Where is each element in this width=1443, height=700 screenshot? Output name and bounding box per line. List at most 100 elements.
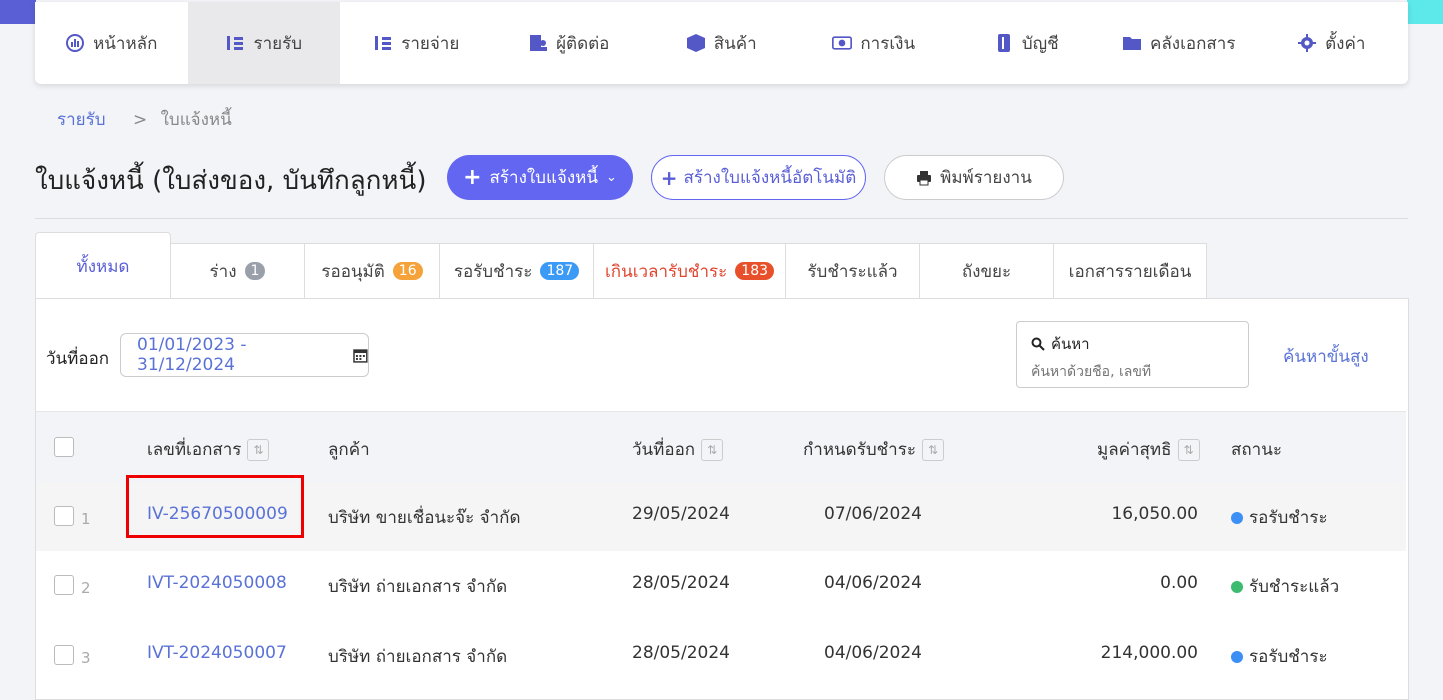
table-row[interactable]: 3 IVT-2024050007 บริษัท ถ่ายเอกสาร จำกัด… bbox=[36, 621, 1406, 690]
date-filter-label: วันที่ออก bbox=[46, 349, 110, 369]
tab-monthly-documents[interactable]: เอกสารรายเดือน bbox=[1054, 243, 1207, 299]
table-row[interactable]: 2 IVT-2024050008 บริษัท ถ่ายเอกสาร จำกัด… bbox=[36, 551, 1406, 620]
header-label: มูลค่าสุทธิ bbox=[1097, 440, 1172, 460]
search-box[interactable]: ค้นหา bbox=[1016, 321, 1249, 388]
tab-overdue[interactable]: เกินเวลารับชำระ 183 bbox=[594, 243, 786, 299]
issue-date: 28/05/2024 bbox=[632, 643, 730, 663]
status-tabs: ทั้งหมด ร่าง 1 รออนุมัติ 16 รอรับชำระ 18… bbox=[35, 232, 1207, 299]
tab-awaiting-approval[interactable]: รออนุมัติ 16 bbox=[305, 243, 440, 299]
status-badge: รับชำระแล้ว bbox=[1231, 573, 1339, 600]
sort-icon[interactable]: ⇅ bbox=[247, 438, 270, 461]
nav-item-documents[interactable]: คลังเอกสาร bbox=[1103, 2, 1256, 84]
col-header-net-amount[interactable]: มูลค่าสุทธิ ⇅ bbox=[1097, 436, 1200, 463]
col-header-issue-date[interactable]: วันที่ออก ⇅ bbox=[632, 436, 724, 463]
breadcrumb-parent-link[interactable]: รายรับ bbox=[57, 110, 106, 130]
status-dot bbox=[1231, 580, 1243, 593]
nav-item-dashboard[interactable]: หน้าหลัก bbox=[35, 2, 188, 84]
sort-icon[interactable]: ⇅ bbox=[701, 438, 724, 461]
tab-draft[interactable]: ร่าง 1 bbox=[171, 243, 305, 299]
count-badge: 183 bbox=[735, 262, 775, 280]
tab-all[interactable]: ทั้งหมด bbox=[35, 232, 171, 299]
row-number: 2 bbox=[81, 579, 91, 597]
customer-name: บริษัท ถ่ายเอกสาร จำกัด bbox=[328, 647, 508, 667]
header-label: กำหนดรับชำระ bbox=[803, 440, 916, 460]
col-header-customer: ลูกค้า bbox=[328, 436, 370, 463]
status-badge: รอรับชำระ bbox=[1231, 643, 1328, 670]
print-report-button[interactable]: พิมพ์รายงาน bbox=[884, 155, 1064, 200]
sort-icon[interactable]: ⇅ bbox=[921, 438, 944, 461]
nav-item-income[interactable]: รายรับ bbox=[187, 2, 340, 84]
folder-icon bbox=[1123, 37, 1142, 50]
print-report-label: พิมพ์รายงาน bbox=[940, 168, 1032, 188]
ledger-icon bbox=[997, 34, 1010, 52]
issue-date: 29/05/2024 bbox=[632, 504, 730, 524]
income-icon bbox=[227, 36, 244, 50]
row-checkbox[interactable] bbox=[54, 645, 74, 665]
tab-label: ถังขยะ bbox=[961, 261, 1012, 282]
tab-label: เอกสารรายเดือน bbox=[1068, 261, 1192, 282]
contacts-icon bbox=[530, 35, 548, 51]
top-accent-left bbox=[0, 0, 36, 24]
search-title: ค้นหา bbox=[1051, 335, 1090, 353]
highlight-box bbox=[126, 475, 304, 538]
auto-create-invoice-button[interactable]: + สร้างใบแจ้งหนี้อัตโนมัติ bbox=[651, 155, 866, 200]
gear-icon bbox=[1298, 34, 1317, 52]
breadcrumb: รายรับ > ใบแจ้งหนี้ bbox=[57, 106, 232, 133]
col-header-doc-number[interactable]: เลขที่เอกสาร ⇅ bbox=[147, 436, 270, 463]
tab-paid[interactable]: รับชำระแล้ว bbox=[786, 243, 920, 299]
row-number: 1 bbox=[81, 510, 91, 528]
col-header-status: สถานะ bbox=[1231, 436, 1282, 463]
nav-item-products[interactable]: สินค้า bbox=[645, 2, 798, 84]
count-badge: 1 bbox=[244, 262, 266, 280]
tab-label: รอรับชำระ bbox=[453, 261, 533, 282]
main-navbar: หน้าหลัก รายรับ รายจ่าย ผู้ติดต่อ สินค้า… bbox=[35, 2, 1408, 84]
col-header-due-date[interactable]: กำหนดรับชำระ ⇅ bbox=[803, 436, 944, 463]
calendar-icon bbox=[353, 348, 368, 363]
breadcrumb-separator: > bbox=[132, 110, 148, 130]
net-amount: 214,000.00 bbox=[1100, 643, 1198, 663]
doc-number-link[interactable]: IVT-2024050007 bbox=[147, 643, 287, 663]
nav-label: บัญชี bbox=[1021, 33, 1059, 54]
row-checkbox[interactable] bbox=[54, 506, 74, 526]
tab-awaiting-payment[interactable]: รอรับชำระ 187 bbox=[440, 243, 594, 299]
row-checkbox[interactable] bbox=[54, 575, 74, 595]
nav-item-accounting[interactable]: บัญชี bbox=[950, 2, 1103, 84]
tab-label: รับชำระแล้ว bbox=[807, 261, 898, 282]
tab-label: รออนุมัติ bbox=[321, 261, 385, 282]
status-label: รอรับชำระ bbox=[1249, 647, 1328, 667]
breadcrumb-current: ใบแจ้งหนี้ bbox=[160, 110, 232, 130]
doc-number-link[interactable]: IVT-2024050008 bbox=[147, 573, 287, 593]
customer-name: บริษัท ขายเชื่อนะจ๊ะ จำกัด bbox=[328, 508, 521, 528]
select-all-checkbox[interactable] bbox=[54, 437, 74, 457]
count-badge: 187 bbox=[540, 262, 580, 280]
nav-label: คลังเอกสาร bbox=[1150, 33, 1236, 54]
top-accent-right bbox=[1407, 0, 1443, 24]
nav-item-contacts[interactable]: ผู้ติดต่อ bbox=[493, 2, 646, 84]
advanced-search-link[interactable]: ค้นหาขั้นสูง bbox=[1283, 343, 1369, 370]
nav-item-finance[interactable]: การเงิน bbox=[798, 2, 951, 84]
table-header: เลขที่เอกสาร ⇅ ลูกค้า วันที่ออก ⇅ กำหนดร… bbox=[36, 411, 1406, 483]
tab-trash[interactable]: ถังขยะ bbox=[920, 243, 1054, 299]
net-amount: 16,050.00 bbox=[1111, 504, 1198, 524]
status-dot bbox=[1231, 511, 1243, 524]
expense-icon bbox=[375, 36, 392, 50]
customer-name: บริษัท ถ่ายเอกสาร จำกัด bbox=[328, 577, 508, 597]
create-invoice-button[interactable]: + สร้างใบแจ้งหนี้ ⌄ bbox=[447, 155, 633, 200]
box-icon bbox=[686, 34, 705, 52]
nav-label: ผู้ติดต่อ bbox=[556, 33, 610, 54]
plus-icon: + bbox=[463, 165, 482, 190]
date-range-picker[interactable]: 01/01/2023 - 31/12/2024 bbox=[120, 333, 369, 377]
nav-item-settings[interactable]: ตั้งค่า bbox=[1255, 2, 1408, 84]
nav-label: รายรับ bbox=[253, 33, 303, 54]
tab-label: ร่าง bbox=[209, 261, 237, 282]
create-invoice-label: สร้างใบแจ้งหนี้ bbox=[489, 168, 599, 188]
search-input[interactable] bbox=[1031, 364, 1231, 380]
status-dot bbox=[1231, 650, 1243, 663]
printer-icon bbox=[917, 170, 932, 185]
nav-item-expense[interactable]: รายจ่าย bbox=[340, 2, 493, 84]
due-date: 04/06/2024 bbox=[824, 643, 922, 663]
sort-icon[interactable]: ⇅ bbox=[1177, 438, 1200, 461]
status-label: รับชำระแล้ว bbox=[1249, 577, 1340, 597]
header-label: สถานะ bbox=[1231, 440, 1282, 460]
row-number: 3 bbox=[81, 649, 91, 667]
